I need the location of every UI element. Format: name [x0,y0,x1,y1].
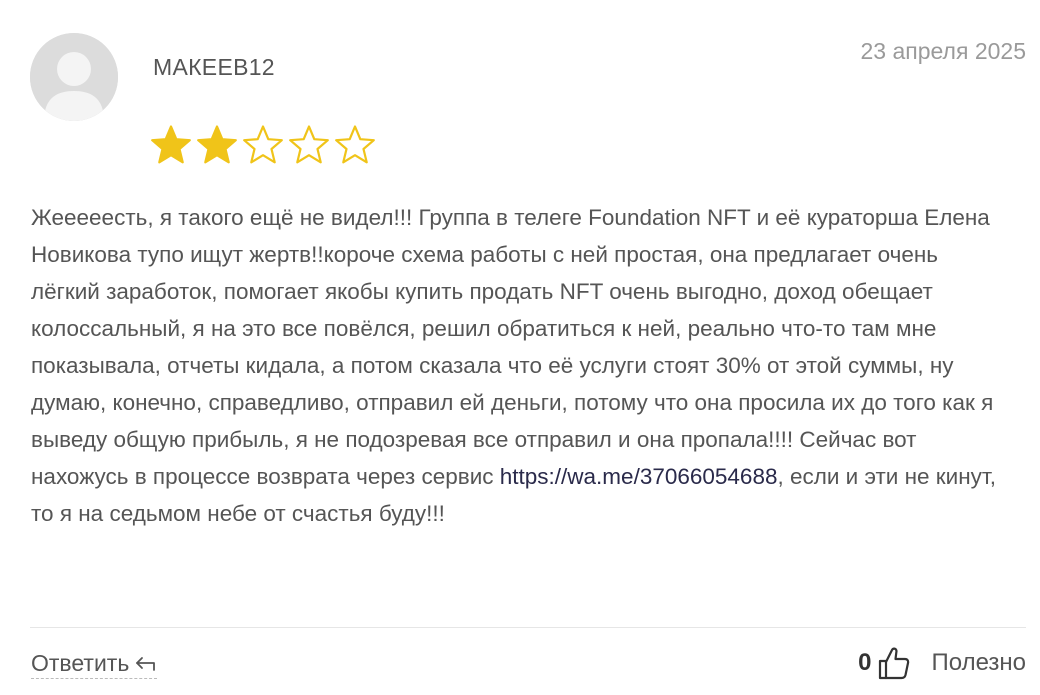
divider [30,627,1026,628]
avatar [30,33,118,121]
reply-button[interactable]: Ответить [31,650,158,679]
review-card: МАКЕЕВ12 23 апреля 2025 Жееееесть, я так… [0,0,1040,695]
user-placeholder-icon [30,33,118,121]
star-empty-icon [243,125,283,164]
review-date: 23 апреля 2025 [860,38,1026,64]
star-filled-icon [197,125,237,164]
star-empty-icon [335,125,375,164]
review-link[interactable]: https://wa.me/37066054688 [500,464,778,489]
star-filled-icon [151,125,191,164]
reply-label: Ответить [31,650,130,676]
helpful-button[interactable]: Полезно [932,649,1027,677]
author-name: МАКЕЕВ12 [153,54,275,80]
review-text-part-1: Жееееесть, я такого ещё не видел!!! Груп… [31,205,994,489]
reply-arrow-icon [136,656,156,671]
star-rating [150,124,376,166]
like-count: 0 [858,649,872,676]
review-text: Жееееесть, я такого ещё не видел!!! Груп… [31,199,1011,532]
thumbs-up-icon[interactable] [878,646,910,680]
helpful-block: 0 Полезно [858,646,1026,680]
star-empty-icon [289,125,329,164]
